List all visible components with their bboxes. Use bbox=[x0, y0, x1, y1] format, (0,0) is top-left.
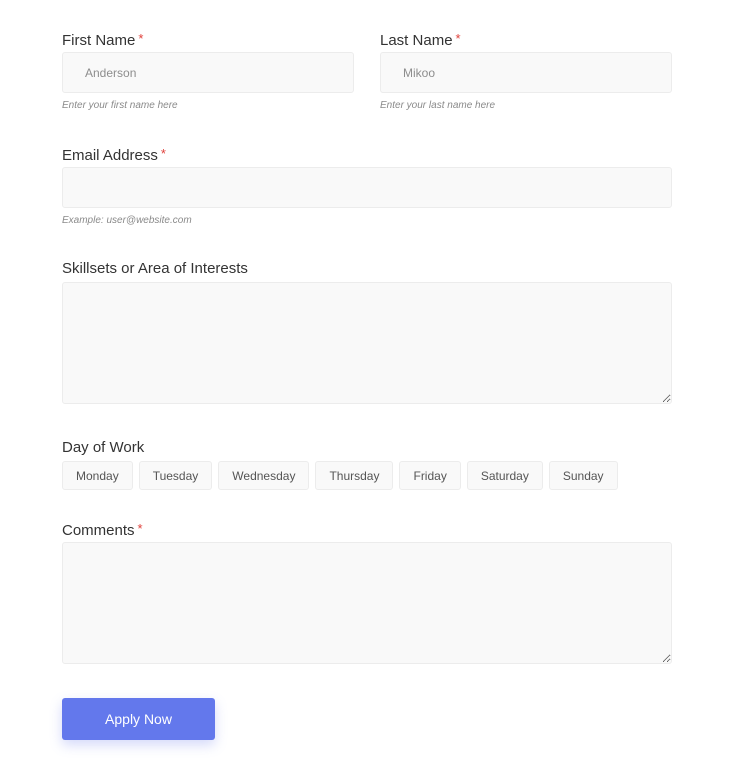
required-asterisk: * bbox=[137, 521, 143, 536]
required-asterisk: * bbox=[138, 31, 144, 46]
last-name-label: Last Name * bbox=[380, 30, 461, 50]
comments-label: Comments * bbox=[62, 520, 143, 540]
day-option-saturday[interactable]: Saturday bbox=[466, 461, 543, 490]
day-option-monday[interactable]: Monday bbox=[62, 461, 133, 490]
first-name-input[interactable] bbox=[62, 52, 354, 93]
day-option-friday[interactable]: Friday bbox=[399, 461, 461, 490]
last-name-help: Enter your last name here bbox=[380, 100, 496, 111]
email-help: Example: user@website.com bbox=[62, 215, 192, 226]
email-label: Email Address * bbox=[62, 145, 166, 165]
day-of-work-label: Day of Work bbox=[62, 439, 145, 456]
first-name-help: Enter your first name here bbox=[62, 100, 178, 111]
day-of-work-options: Monday Tuesday Wednesday Thursday Friday… bbox=[62, 461, 618, 490]
comments-textarea[interactable] bbox=[62, 542, 672, 664]
day-option-sunday[interactable]: Sunday bbox=[548, 461, 618, 490]
last-name-input[interactable] bbox=[380, 52, 672, 93]
skills-textarea[interactable] bbox=[62, 282, 672, 404]
email-input[interactable] bbox=[62, 167, 672, 208]
last-name-label-text: Last Name bbox=[380, 32, 453, 49]
comments-label-text: Comments bbox=[62, 522, 135, 539]
skills-label: Skillsets or Area of Interests bbox=[62, 260, 248, 277]
first-name-label-text: First Name bbox=[62, 32, 136, 49]
apply-now-button[interactable]: Apply Now bbox=[62, 698, 215, 740]
email-label-text: Email Address bbox=[62, 147, 158, 164]
day-option-thursday[interactable]: Thursday bbox=[315, 461, 394, 490]
day-option-wednesday[interactable]: Wednesday bbox=[218, 461, 310, 490]
required-asterisk: * bbox=[160, 146, 166, 161]
required-asterisk: * bbox=[455, 31, 461, 46]
day-option-tuesday[interactable]: Tuesday bbox=[138, 461, 213, 490]
first-name-label: First Name * bbox=[62, 30, 143, 50]
